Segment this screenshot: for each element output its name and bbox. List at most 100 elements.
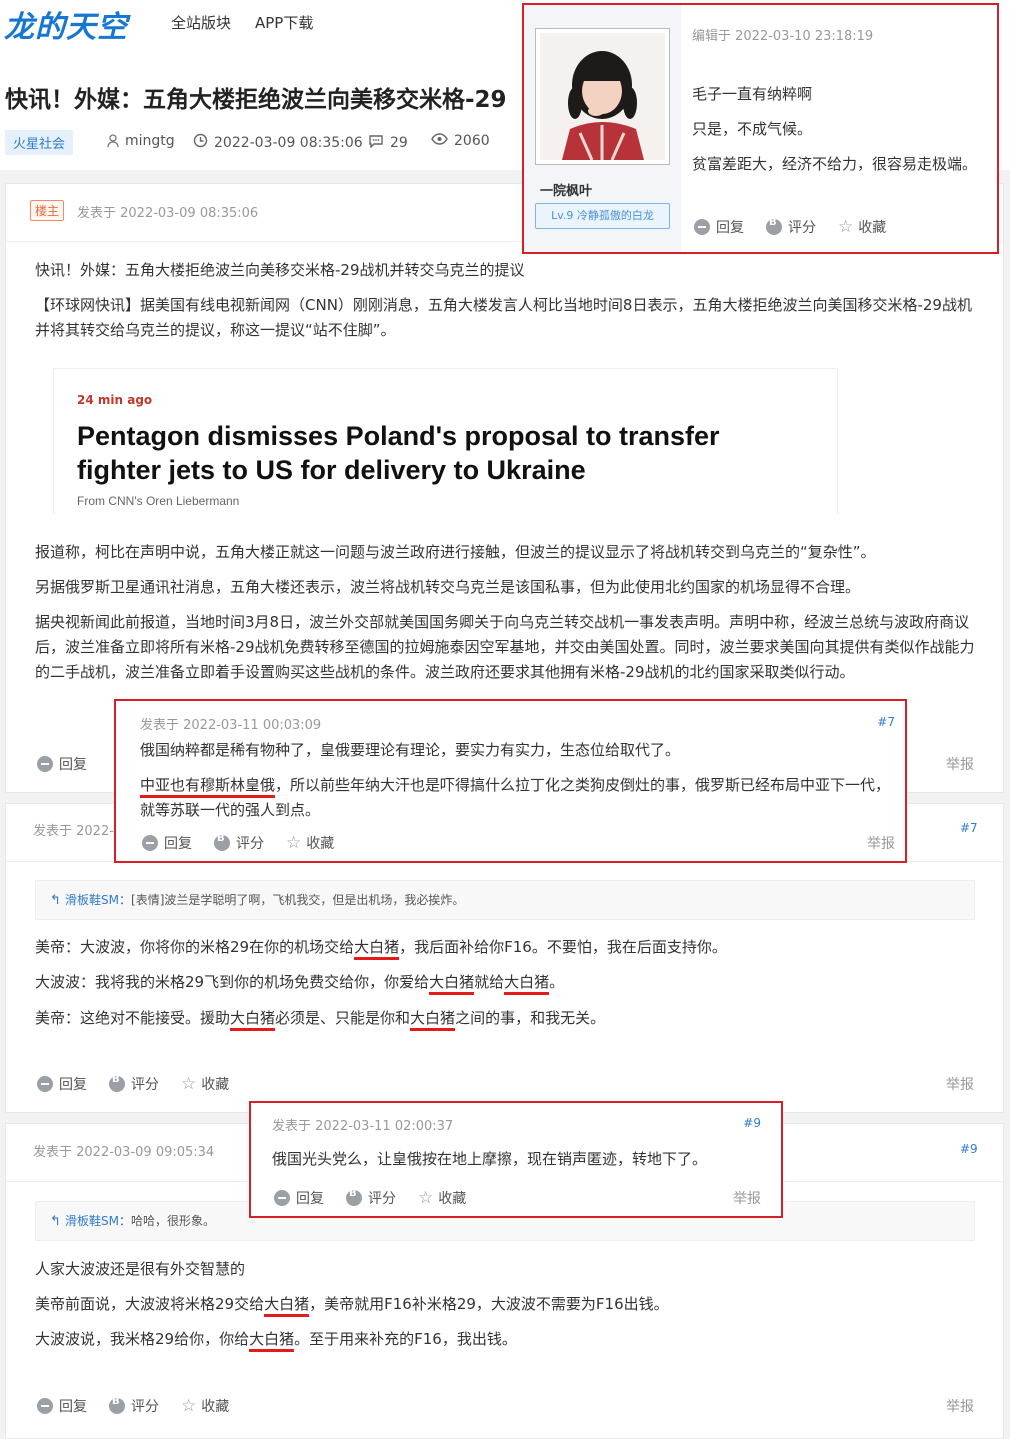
post-actions: 回复 评分 ☆收藏 xyxy=(694,217,908,237)
report-link[interactable]: 举报 xyxy=(946,1074,974,1094)
nav-app-download[interactable]: APP下载 xyxy=(255,12,313,33)
floor-number[interactable]: #9 xyxy=(960,1142,978,1156)
favorite-button[interactable]: ☆ 收藏 xyxy=(181,1074,229,1094)
post-paragraph: 大波波：我将我的米格29飞到你的机场免费交给你，你爱给大白猪就给大白猪。 xyxy=(35,970,975,995)
rate-icon xyxy=(346,1188,362,1206)
reply-icon xyxy=(37,1076,53,1092)
highlighted-term: 大白猪 xyxy=(264,1295,310,1317)
view-count: 2060 xyxy=(454,133,490,149)
rate-button[interactable]: 评分 xyxy=(109,1396,159,1416)
rate-button[interactable]: 评分 xyxy=(214,833,264,853)
author-meta[interactable]: mingtg xyxy=(107,133,175,149)
reply-button[interactable]: 回复 xyxy=(37,1396,87,1416)
post-paragraph: 美帝前面说，大波波将米格29交给大白猪，美帝就用F16补米格29，大波波不需要为… xyxy=(35,1292,975,1317)
post-paragraph: 另据俄罗斯卫星通讯社消息，五角大楼还表示，波兰将战机转交乌克兰是该国私事，但为此… xyxy=(35,578,861,596)
rate-button[interactable]: 评分 xyxy=(766,217,816,237)
avatar-image xyxy=(540,33,665,161)
reply-icon xyxy=(37,756,53,772)
text-segment: 。 xyxy=(549,973,565,991)
post-time: 发表于 2022-03-09 08:35:06 xyxy=(77,206,259,221)
post-actions: 回复 评分 ☆收藏 xyxy=(142,833,356,853)
favorite-button[interactable]: ☆ 收藏 xyxy=(418,1188,466,1208)
floor-number[interactable]: #9 xyxy=(743,1116,761,1130)
quote-block: ↰ 滑板鞋SM：[表情]波兰是学聪明了啊，飞机我交，但是出机场，我必挨炸。 xyxy=(35,880,975,920)
favorite-button[interactable]: ☆ 收藏 xyxy=(838,217,886,237)
report-link[interactable]: 举报 xyxy=(733,1188,761,1208)
text-segment: ，我后面补给你F16。不要怕，我在后面支持你。 xyxy=(399,938,727,956)
thread-title: 快讯！外媒：五角大楼拒绝波兰向美移交米格-29 xyxy=(5,87,507,113)
post-actions: 回复 评分 ☆收藏 xyxy=(37,1074,251,1094)
rate-icon xyxy=(109,1396,125,1414)
avatar[interactable] xyxy=(535,28,670,165)
post-actions: 回复 评分 ☆收藏 xyxy=(37,1396,251,1416)
favorite-button[interactable]: ☆ 收藏 xyxy=(181,1396,229,1416)
text-segment: 。至于用来补充的F16，我出钱。 xyxy=(294,1330,517,1348)
reply-button[interactable]: 回复 xyxy=(694,217,744,237)
post-paragraph: 【环球网快讯】据美国有线电视新闻网（CNN）刚刚消息，五角大楼发言人柯比当地时间… xyxy=(35,296,972,339)
rate-icon xyxy=(766,217,782,235)
favorite-label: 收藏 xyxy=(201,1077,230,1093)
embedded-news-image: 24 min ago Pentagon dismisses Poland's p… xyxy=(53,368,838,514)
star-icon: ☆ xyxy=(181,1396,197,1416)
site-logo[interactable]: 龙的天空 xyxy=(4,2,128,46)
quote-author[interactable]: 滑板鞋SM xyxy=(65,893,119,907)
reply-button[interactable]: 回复 xyxy=(37,1074,87,1094)
view-count-meta: 2060 xyxy=(431,133,490,149)
post-paragraph: 快讯！外媒：五角大楼拒绝波兰向美移交米格-29战机并转交乌克兰的提议 xyxy=(35,261,525,279)
favorite-button[interactable]: ☆ 收藏 xyxy=(286,833,334,853)
user-name[interactable]: 一院枫叶 xyxy=(540,180,592,199)
text-segment: 大波波说，我米格29给你，你给 xyxy=(35,1330,250,1348)
favorite-label: 收藏 xyxy=(306,836,335,852)
post-time: 发表于 2022-03-11 00:03:09 xyxy=(140,718,322,733)
user-icon xyxy=(107,134,119,148)
post-time: 发表于 2022- xyxy=(33,824,114,839)
post-line: 俄国光头党么，让皇俄按在地上摩擦，现在销声匿迹，转地下了。 xyxy=(272,1150,708,1168)
reply-button[interactable]: 回复 xyxy=(37,754,87,774)
floor-number[interactable]: #7 xyxy=(877,715,895,729)
rate-icon xyxy=(109,1074,125,1092)
post-paragraph: 人家大波波还是很有外交智慧的 xyxy=(35,1260,246,1278)
floor-number[interactable]: #7 xyxy=(960,821,978,835)
author-name[interactable]: mingtg xyxy=(125,133,175,149)
nav-all-boards[interactable]: 全站版块 xyxy=(171,12,231,33)
news-byline: From CNN's Oren Liebermann xyxy=(77,494,240,508)
rate-button[interactable]: 评分 xyxy=(109,1074,159,1094)
text-segment: 大波波：我将我的米格29飞到你的机场免费交给你，你爱给 xyxy=(35,973,430,991)
overlay-reply-7: 发表于 2022-03-11 00:03:09 #7 俄国纳粹都是稀有物种了，皇… xyxy=(114,699,907,863)
reply-arrow-icon: ↰ xyxy=(50,893,66,908)
reply-button[interactable]: 回复 xyxy=(142,833,192,853)
post-time: 发表于 2022-03-09 09:05:34 xyxy=(33,1145,215,1160)
overlay-user-post: 一院枫叶 Lv.9 冷静孤傲的白龙 编辑于 2022-03-10 23:18:1… xyxy=(522,3,999,254)
board-tag[interactable]: 火星社会 xyxy=(5,130,74,155)
star-icon: ☆ xyxy=(418,1188,434,1208)
clock-icon xyxy=(193,133,208,152)
op-badge: 楼主 xyxy=(30,200,65,221)
rate-label: 评分 xyxy=(131,1077,159,1093)
favorite-label: 收藏 xyxy=(438,1191,467,1207)
post-paragraph: 据央视新闻此前报道，当地时间3月8日，波兰外交部就美国国务卿关于向乌克兰转交战机… xyxy=(35,613,975,681)
news-headline: Pentagon dismisses Poland's proposal to … xyxy=(77,421,720,485)
rate-label: 评分 xyxy=(236,836,264,852)
report-link[interactable]: 举报 xyxy=(946,754,974,774)
report-link[interactable]: 举报 xyxy=(867,833,895,853)
reply-label: 回复 xyxy=(59,757,87,773)
text-segment: ，美帝就用F16补米格29，大波波不需要为F16出钱。 xyxy=(309,1295,669,1313)
highlighted-term: 中亚也有穆斯林皇俄 xyxy=(140,776,276,798)
post-actions: 回复 xyxy=(37,754,109,774)
favorite-label: 收藏 xyxy=(201,1399,230,1415)
post-line: 中亚也有穆斯林皇俄，所以前些年纳大汗也是吓得搞什么拉丁化之类狗皮倒灶的事，俄罗斯… xyxy=(140,773,895,823)
quote-author[interactable]: 滑板鞋SM xyxy=(65,1214,119,1228)
reply-icon xyxy=(142,835,158,851)
report-link[interactable]: 举报 xyxy=(946,1396,974,1416)
rate-button[interactable]: 评分 xyxy=(346,1188,396,1208)
news-time: 24 min ago xyxy=(77,393,153,407)
rate-icon xyxy=(214,833,230,851)
post-line: 俄国纳粹都是稀有物种了，皇俄要理论有理论，要实力有实力，生态位给取代了。 xyxy=(140,741,681,759)
quote-text: ：[表情]波兰是学聪明了啊，飞机我交，但是出机场，我必挨炸。 xyxy=(119,893,465,907)
reply-label: 回复 xyxy=(59,1077,87,1093)
reply-arrow-icon: ↰ xyxy=(50,1214,66,1229)
eye-icon xyxy=(431,133,448,149)
reply-button[interactable]: 回复 xyxy=(274,1188,324,1208)
favorite-label: 收藏 xyxy=(858,220,887,236)
post-line: 只是，不成气候。 xyxy=(692,120,813,138)
